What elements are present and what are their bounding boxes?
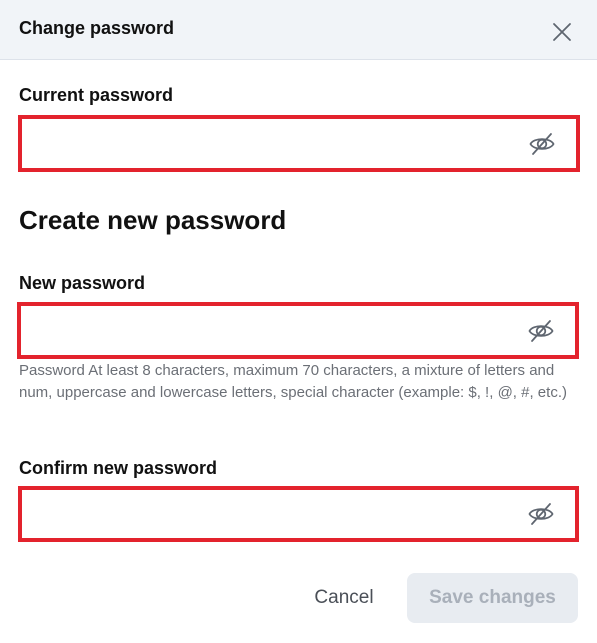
change-password-dialog: Change password Current password Create … bbox=[0, 0, 597, 643]
save-changes-button[interactable]: Save changes bbox=[407, 573, 578, 623]
new-password-field-container bbox=[17, 302, 579, 359]
cancel-button[interactable]: Cancel bbox=[296, 573, 392, 623]
current-password-field-container bbox=[18, 115, 580, 172]
new-password-input[interactable] bbox=[25, 310, 519, 351]
confirm-password-label: Confirm new password bbox=[19, 458, 218, 478]
password-hint: Password At least 8 characters, maximum … bbox=[19, 362, 567, 401]
section-title: Create new password bbox=[19, 205, 287, 235]
confirm-password-input[interactable] bbox=[26, 494, 519, 534]
dialog-title: Change password bbox=[19, 18, 175, 38]
new-password-label: New password bbox=[19, 273, 146, 293]
eye-off-icon[interactable] bbox=[528, 130, 556, 158]
eye-off-icon[interactable] bbox=[527, 500, 555, 528]
confirm-password-field-container bbox=[18, 486, 579, 542]
close-icon[interactable] bbox=[550, 20, 574, 44]
eye-off-icon[interactable] bbox=[527, 317, 555, 345]
dialog-header: Change password bbox=[0, 0, 597, 60]
current-password-label: Current password bbox=[19, 85, 174, 105]
current-password-input[interactable] bbox=[26, 123, 520, 164]
